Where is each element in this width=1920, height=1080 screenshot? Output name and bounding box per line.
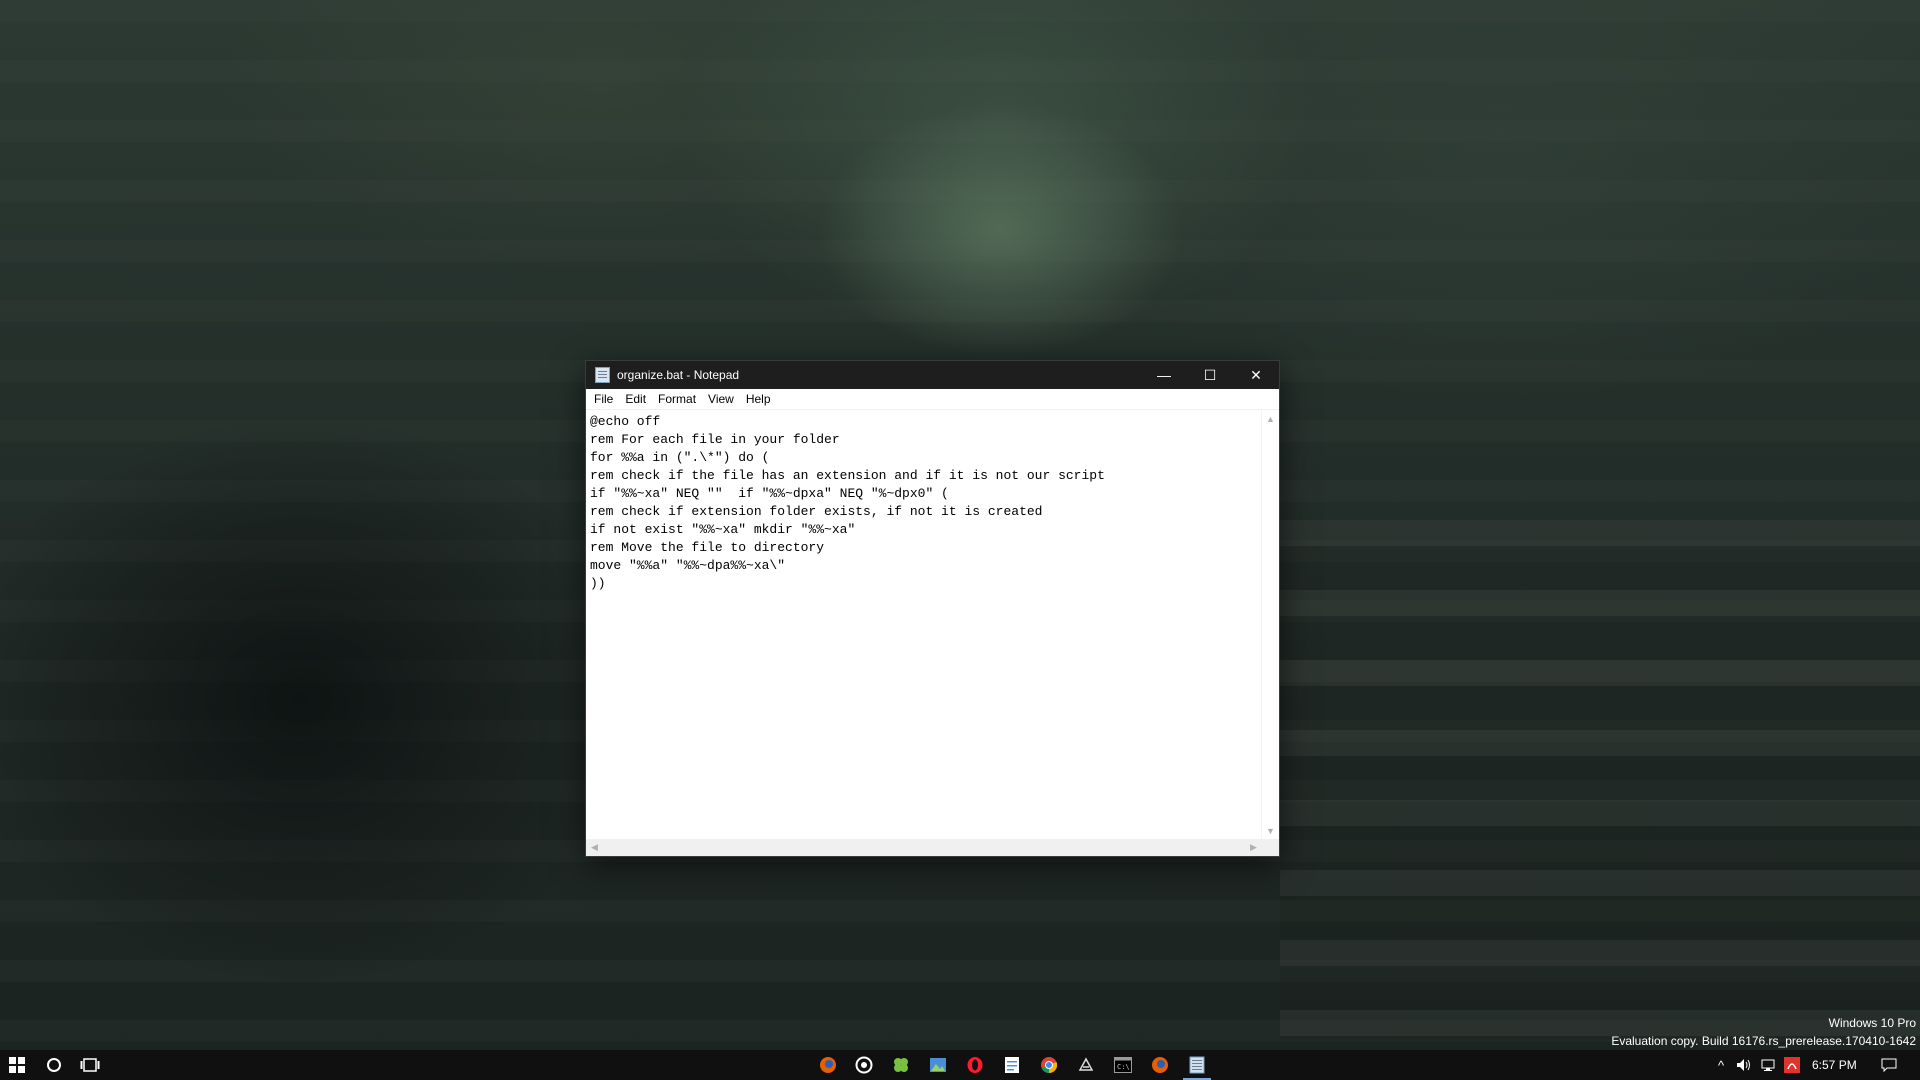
document-icon[interactable] (994, 1050, 1030, 1080)
text-editor[interactable]: @echo off rem For each file in your fold… (586, 410, 1262, 839)
vertical-scrollbar[interactable]: ▲ ▼ (1261, 410, 1279, 839)
watermark-edition: Windows 10 Pro (1828, 1016, 1916, 1030)
editor-line: if not exist "%%~xa" mkdir "%%~xa" (590, 522, 856, 537)
task-view-icon[interactable] (72, 1050, 108, 1080)
command-prompt-icon[interactable]: C:\ (1105, 1050, 1141, 1080)
chrome-like-circle-icon[interactable] (846, 1050, 882, 1080)
taskbar: C:\ ^ 6:57 PM (0, 1050, 1920, 1080)
menu-help[interactable]: Help (740, 392, 777, 406)
editor-line: rem check if the file has an extension a… (590, 468, 1105, 483)
show-hidden-icons-chevron-icon[interactable]: ^ (1712, 1050, 1730, 1080)
notepad-titlebar[interactable]: organize.bat - Notepad — ☐ ✕ (586, 361, 1279, 389)
notepad-window: organize.bat - Notepad — ☐ ✕ File Edit F… (585, 360, 1280, 857)
menu-bar: File Edit Format View Help (586, 389, 1279, 410)
opera-icon[interactable] (957, 1050, 993, 1080)
editor-line: move "%%a" "%%~dpa%%~xa\" (590, 558, 786, 573)
editor-line: rem Move the file to directory (590, 540, 825, 555)
resize-grip[interactable] (1262, 839, 1279, 856)
menu-format[interactable]: Format (652, 392, 702, 406)
wallpaper-stairs (1280, 520, 1920, 1040)
menu-file[interactable]: File (588, 392, 619, 406)
editor-line: rem check if extension folder exists, if… (590, 504, 1043, 519)
volume-icon[interactable] (1734, 1050, 1754, 1080)
minimize-button[interactable]: — (1141, 361, 1187, 389)
scroll-left-icon[interactable]: ◀ (586, 839, 603, 856)
menu-view[interactable]: View (702, 392, 740, 406)
close-button[interactable]: ✕ (1233, 361, 1279, 389)
horizontal-scrollbar[interactable]: ◀ ▶ (586, 839, 1262, 856)
cortana-circle-icon[interactable] (36, 1050, 72, 1080)
svg-text:C:\: C:\ (1117, 1063, 1130, 1071)
windows-logo-icon[interactable] (0, 1050, 34, 1080)
scroll-up-icon[interactable]: ▲ (1262, 410, 1279, 427)
editor-line: for %%a in (".\*") do ( (590, 450, 770, 465)
maximize-button[interactable]: ☐ (1187, 361, 1233, 389)
editor-line: @echo off (590, 414, 661, 429)
chrome-icon[interactable] (1031, 1050, 1067, 1080)
editor-line: rem For each file in your folder (590, 432, 840, 447)
window-title: organize.bat - Notepad (617, 368, 740, 382)
firefox-icon[interactable] (810, 1050, 846, 1080)
pdf-app-tray-icon[interactable] (1782, 1050, 1802, 1080)
scroll-down-icon[interactable]: ▼ (1262, 822, 1279, 839)
clover-app-icon[interactable] (883, 1050, 919, 1080)
network-icon[interactable] (1758, 1050, 1778, 1080)
editor-line: )) (590, 576, 606, 591)
action-center-icon[interactable] (1874, 1050, 1904, 1080)
windows-watermark: Windows 10 Pro Evaluation copy. Build 16… (1611, 1014, 1916, 1050)
taskbar-clock[interactable]: 6:57 PM (1812, 1050, 1857, 1080)
image-viewer-icon[interactable] (920, 1050, 956, 1080)
firefox-alt-icon[interactable] (1142, 1050, 1178, 1080)
editor-line: if "%%~xa" NEQ "" if "%%~dpxa" NEQ "%~dp… (590, 486, 949, 501)
notepad-taskbar-icon[interactable] (1179, 1050, 1215, 1080)
notepad-icon (595, 367, 610, 383)
scroll-right-icon[interactable]: ▶ (1245, 839, 1262, 856)
watermark-build: Evaluation copy. Build 16176.rs_prerelea… (1611, 1034, 1916, 1048)
inkscape-icon[interactable] (1068, 1050, 1104, 1080)
menu-edit[interactable]: Edit (619, 392, 652, 406)
